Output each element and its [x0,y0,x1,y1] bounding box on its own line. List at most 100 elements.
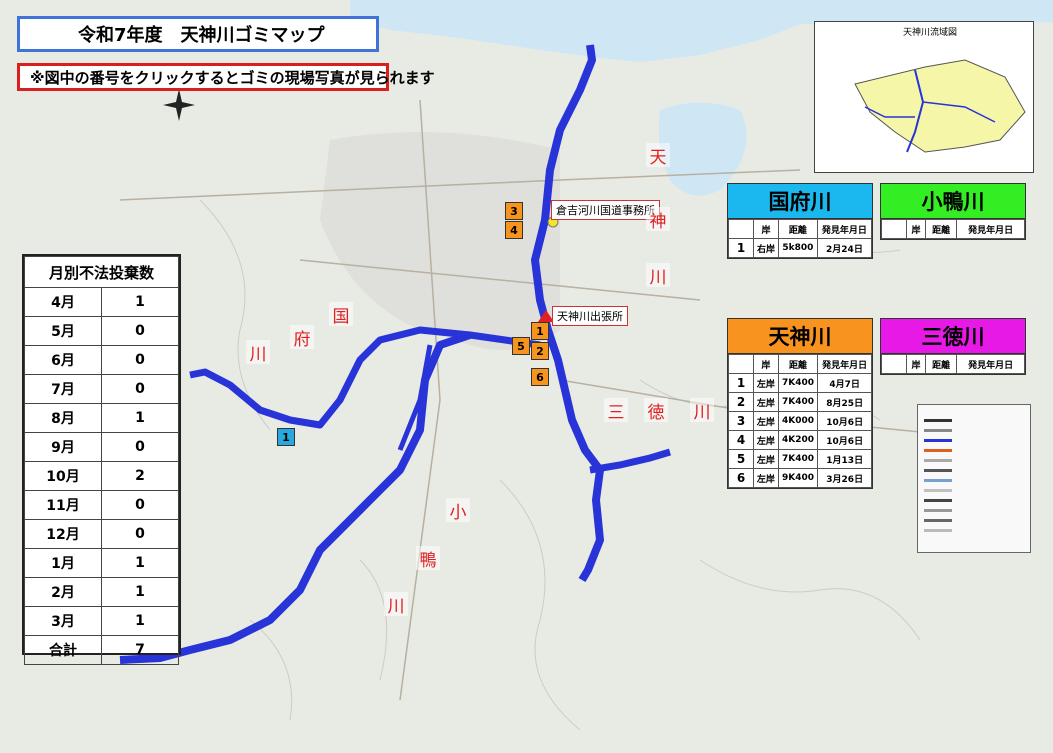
table-row: 3月 1 [24,606,179,636]
date-cell: 1月13日 [817,449,872,469]
table-row: 1月 1 [24,548,179,578]
total-value: 7 [101,635,179,665]
distance-cell: 5k800 [777,238,818,258]
tenjin-site-marker-3[interactable]: 3 [505,202,523,220]
legend-row [924,515,1030,525]
monthly-header: 月別不法投棄数 [24,256,179,288]
row-number: 6 [728,468,754,488]
river-label-tenjin-2: 神 [646,207,670,232]
row-number: 3 [728,411,754,431]
month-cell: 12月 [24,519,102,549]
river-label-tenjin-3: 川 [646,263,670,288]
tenjin-site-marker-2[interactable]: 2 [531,342,549,360]
col-bank: 岸 [906,219,926,239]
table-row: 7月 0 [24,374,179,404]
river-label-mitoku-2: 徳 [644,398,668,423]
click-note: ※図中の番号をクリックするとゴミの現場写真が見られます [17,63,435,91]
bank-cell: 左岸 [753,373,779,393]
bank-cell: 左岸 [753,430,779,450]
table-row: 6月 0 [24,345,179,375]
date-cell: 3月26日 [817,468,872,488]
river-label-kogamo-1: 小 [446,498,470,523]
month-cell: 2月 [24,577,102,607]
kokufu-site-marker-1[interactable]: 1 [277,428,295,446]
distance-cell: 4K200 [777,430,819,450]
table-row: 9月 0 [24,432,179,462]
kokufu-river-table: 国府川 岸距離 発見年月日 1 右岸 5k800 2月24日 [727,183,873,259]
river-label-mitoku-1: 三 [604,398,628,423]
monthly-dumping-table: 月別不法投棄数 4月 1 5月 0 6月 0 7月 0 8月 1 9月 0 10月 2 11月… [22,254,181,665]
inset-drawing [854,59,1026,153]
row-number: 2 [728,392,754,412]
legend-row [924,455,1030,465]
bank-cell: 左岸 [753,468,779,488]
bank-cell: 左岸 [753,392,779,412]
col-distance: 距離 [777,354,819,374]
month-cell: 4月 [24,287,102,317]
month-cell: 7月 [24,374,102,404]
river-label-mitoku-3: 川 [690,398,714,423]
col-bank: 岸 [906,354,926,374]
map-legend [917,404,1031,553]
month-cell: 1月 [24,548,102,578]
count-cell: 0 [101,374,179,404]
tenjin-table-title: 天神川 [728,319,872,354]
col-date: 発見年月日 [817,354,872,374]
legend-row [924,525,1030,535]
distance-cell: 9K400 [777,468,819,488]
tenjin-site-marker-5[interactable]: 5 [512,337,530,355]
count-cell: 0 [101,316,179,346]
table-row: 1 左岸 7K400 4月7日 [728,373,872,393]
table-row: 4 左岸 4K200 10月6日 [728,430,872,450]
count-cell: 1 [101,548,179,578]
count-cell: 0 [101,519,179,549]
table-row: 4月 1 [24,287,179,317]
bank-cell: 右岸 [753,238,779,258]
kokufu-table-title: 国府川 [728,184,872,219]
date-cell: 10月6日 [817,411,872,431]
col-distance: 距離 [924,354,958,374]
table-row: 5 左岸 7K400 1月13日 [728,449,872,469]
mitoku-river-table: 三徳川 岸距離 発見年月日 [880,318,1026,375]
count-cell: 0 [101,490,179,520]
table-row: 2月 1 [24,577,179,607]
total-row: 合計 7 [24,635,179,665]
tenjin-site-marker-6[interactable]: 6 [531,368,549,386]
col-bank: 岸 [753,219,779,239]
table-row: 11月 0 [24,490,179,520]
distance-cell: 7K400 [777,449,819,469]
table-header-row: 岸距離 発見年月日 [728,219,873,239]
inset-title: 天神川流域図 [903,28,958,38]
month-cell: 10月 [24,461,102,491]
kurayoshi-office-label: 倉吉河川国道事務所 [551,200,660,220]
river-label-kokufu-3: 川 [246,340,270,365]
date-cell: 2月24日 [816,238,873,258]
table-row: 5月 0 [24,316,179,346]
month-cell: 11月 [24,490,102,520]
river-label-kokufu-2: 府 [290,325,314,350]
count-cell: 1 [101,577,179,607]
tenjin-office-label: 天神川出張所 [552,306,628,326]
tenjin-site-marker-4[interactable]: 4 [505,221,523,239]
table-row: 6 左岸 9K400 3月26日 [728,468,872,488]
tenjin-site-marker-1[interactable]: 1 [531,322,549,340]
distance-cell: 4K000 [777,411,819,431]
compass-icon [163,89,195,121]
legend-row [924,425,1030,435]
count-cell: 1 [101,287,179,317]
month-cell: 5月 [24,316,102,346]
river-label-kogamo-2: 鴨 [416,546,440,571]
page-title: 令和7年度 天神川ゴミマップ [17,16,379,52]
legend-row [924,445,1030,455]
col-distance: 距離 [777,219,818,239]
count-cell: 0 [101,345,179,375]
table-row: 2 左岸 7K400 8月25日 [728,392,872,412]
bank-cell: 左岸 [753,411,779,431]
month-cell: 3月 [24,606,102,636]
legend-row [924,475,1030,485]
kogamo-river-table: 小鴨川 岸距離 発見年月日 [880,183,1026,240]
table-row: 12月 0 [24,519,179,549]
row-number: 1 [728,238,754,258]
count-cell: 1 [101,606,179,636]
month-cell: 8月 [24,403,102,433]
